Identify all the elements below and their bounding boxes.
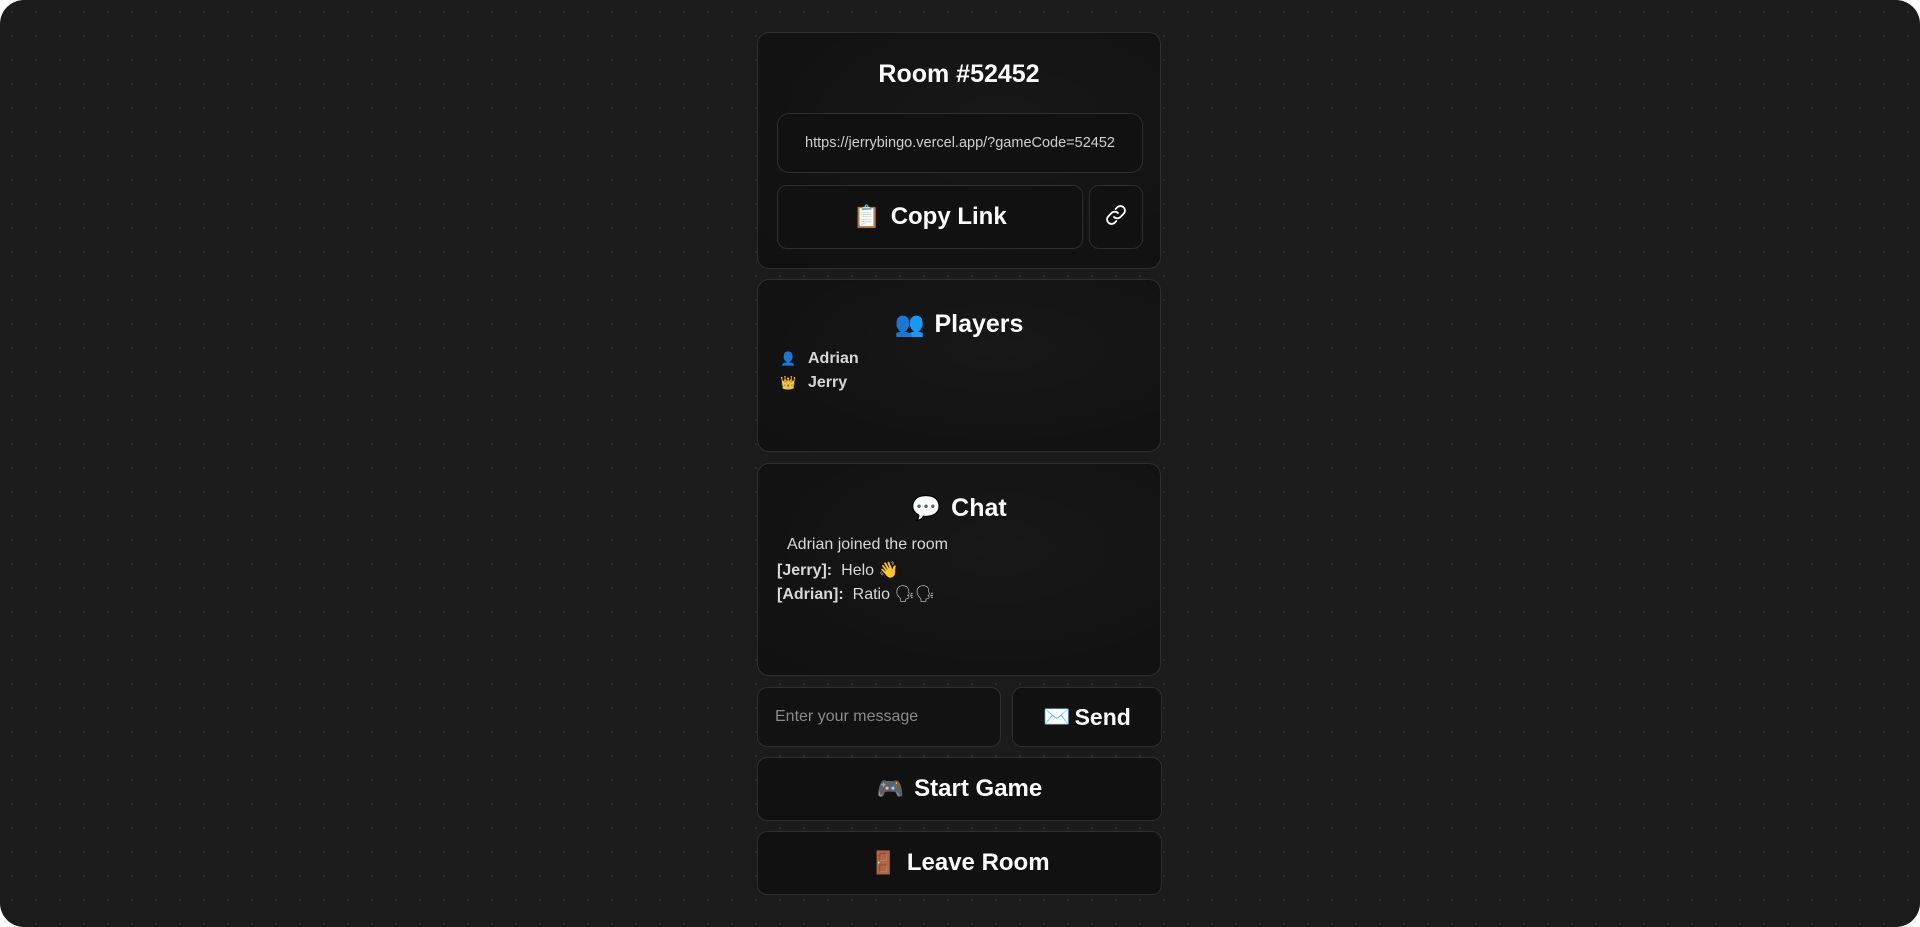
players-card: 👥 Players 👤 Adrian 👑 Jerry	[757, 279, 1161, 452]
message-text: Helo 👋	[841, 562, 899, 579]
player-name: Jerry	[808, 374, 848, 391]
chat-message: [Adrian]: Ratio 🗣🗣	[777, 584, 935, 604]
gamepad-icon: 🎮	[876, 776, 905, 801]
send-button[interactable]: ✉️ Send	[1012, 687, 1162, 747]
door-icon: 🚪	[869, 850, 897, 875]
chat-heading: 💬 Chat	[758, 494, 1160, 523]
chat-message: [Jerry]: Helo 👋	[777, 560, 898, 580]
chat-title: Chat	[951, 494, 1007, 522]
room-card: Room #52452 https://jerrybingo.vercel.ap…	[757, 32, 1161, 269]
players-title: Players	[934, 310, 1024, 338]
room-title: Room #52452	[878, 60, 1040, 88]
message-input-wrapper	[757, 687, 1001, 747]
start-game-button[interactable]: 🎮 Start Game	[757, 757, 1162, 821]
message-text: Ratio 🗣🗣	[852, 586, 936, 603]
message-input[interactable]	[773, 707, 985, 727]
leave-room-button[interactable]: 🚪 Leave Room	[757, 831, 1162, 895]
system-message: Adrian joined the room	[787, 536, 948, 553]
crown-icon: 👑	[780, 375, 797, 390]
players-heading: 👥 Players	[758, 310, 1160, 339]
leave-room-label: Leave Room	[906, 849, 1050, 876]
chat-card: 💬 Chat Adrian joined the room [Jerry]: Hel…	[757, 463, 1161, 676]
player-name: Adrian	[808, 350, 859, 367]
invite-link-field[interactable]: https://jerrybingo.vercel.app/?gameCode=…	[777, 113, 1143, 173]
start-game-label: Start Game	[914, 775, 1043, 802]
player-item: 👤 Adrian	[780, 350, 859, 368]
copy-link-label: Copy Link	[890, 203, 1007, 230]
clipboard-icon: 📋	[853, 204, 881, 229]
message-author: [Jerry]:	[777, 562, 833, 579]
speech-bubble-icon: 💬	[911, 495, 942, 522]
link-icon	[1104, 203, 1128, 232]
copy-link-button[interactable]: 📋 Copy Link	[777, 185, 1083, 249]
user-icon: 👤	[780, 351, 797, 366]
player-item: 👑 Jerry	[780, 374, 847, 392]
send-label: Send	[1074, 703, 1131, 730]
share-link-button[interactable]	[1089, 185, 1143, 249]
envelope-icon: ✉️	[1043, 704, 1071, 729]
app-window: Room #52452 https://jerrybingo.vercel.ap…	[0, 0, 1920, 927]
message-author: [Adrian]:	[777, 586, 844, 603]
players-icon: 👥	[894, 311, 925, 338]
